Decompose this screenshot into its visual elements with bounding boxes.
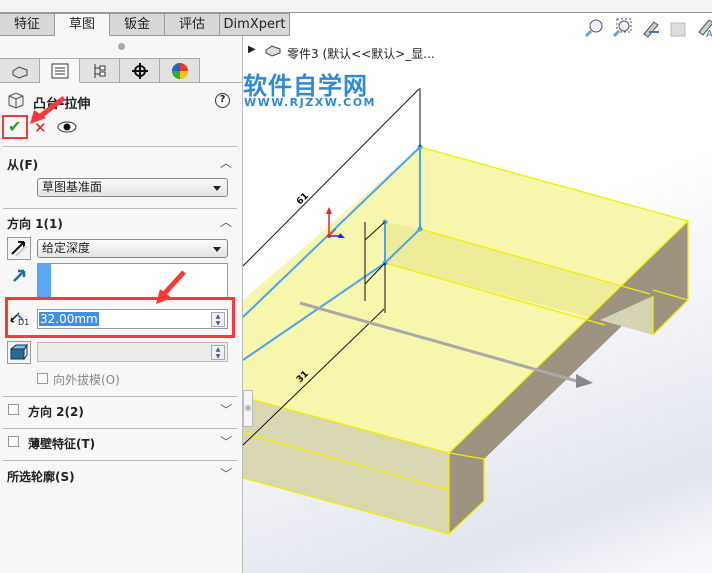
zoom-to-fit-icon[interactable] [584, 18, 604, 38]
arrow-head-icon[interactable] [576, 374, 593, 388]
panel-splitter[interactable] [243, 390, 253, 427]
view-orientation-icon[interactable]: A [696, 18, 712, 38]
part-icon [265, 45, 281, 57]
heads-up-toolbar: A [584, 18, 712, 38]
svg-text:61: 61 [295, 191, 311, 207]
watermark-url: WWW.RJZXW.COM [244, 96, 376, 109]
expand-tree-icon[interactable]: ▶ [248, 44, 256, 55]
previous-view-icon[interactable] [640, 18, 660, 38]
svg-text:A: A [706, 29, 712, 38]
zoom-to-area-icon[interactable] [612, 18, 632, 38]
section-view-icon[interactable] [668, 18, 688, 38]
feature-tree-part[interactable]: 零件3 (默认<<默认>_显... [287, 45, 435, 62]
